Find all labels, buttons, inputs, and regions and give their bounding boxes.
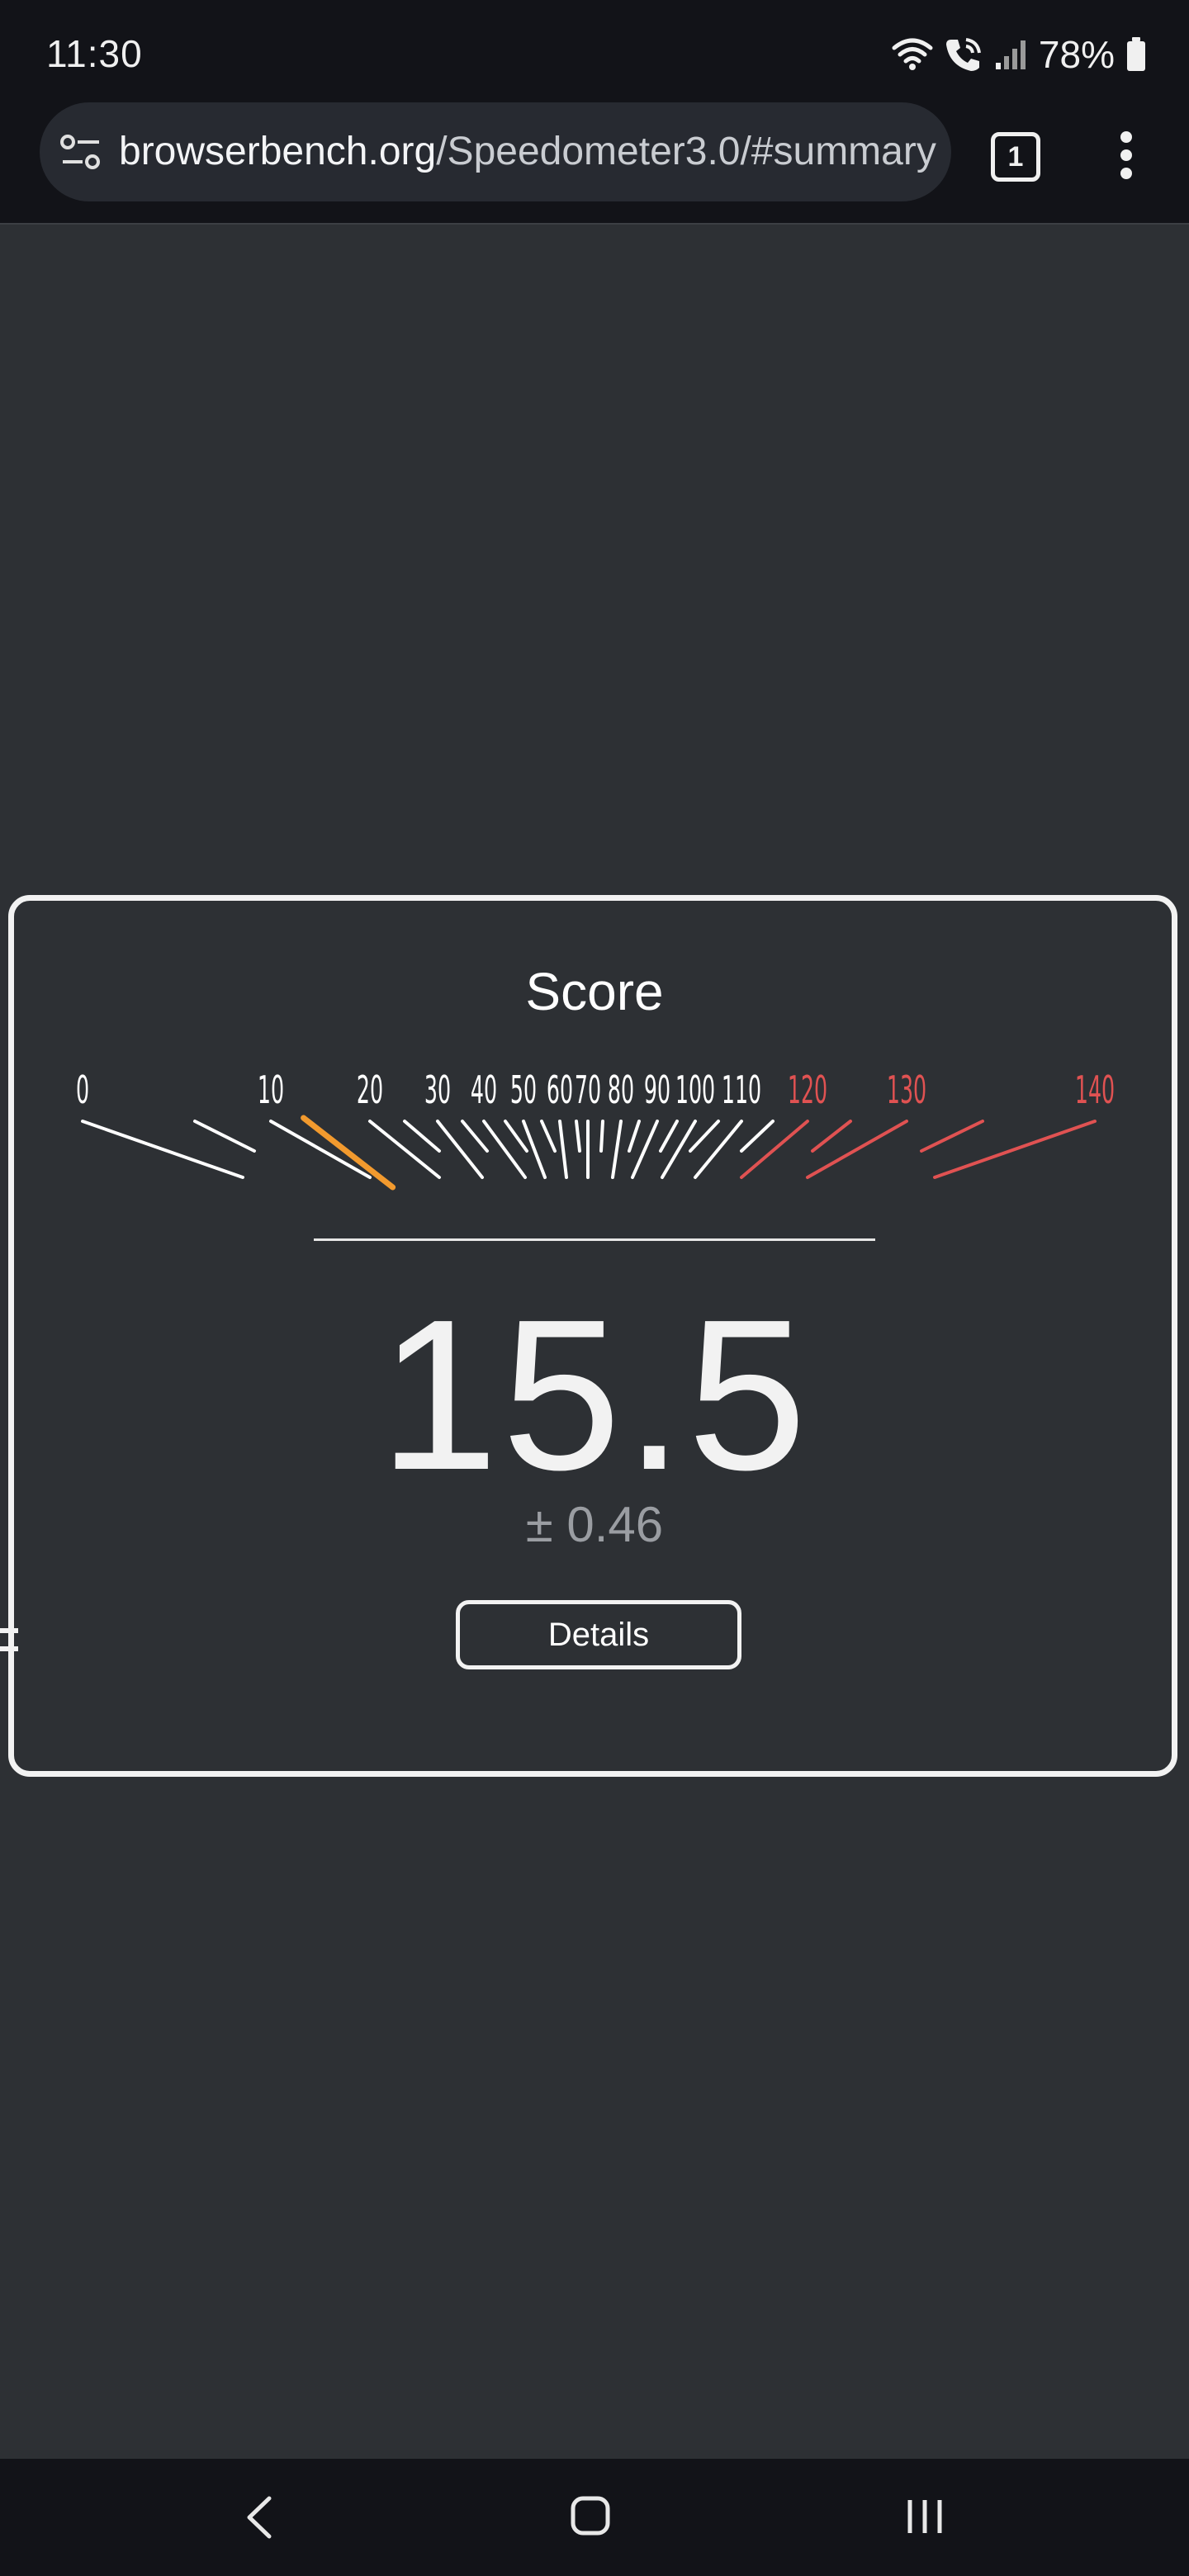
tab-switcher-button[interactable]: 1 (991, 132, 1040, 182)
gauge-tick-label: 90 (644, 1068, 670, 1112)
gauge-tick-mark (611, 1120, 623, 1179)
status-icons: 78% (892, 30, 1146, 79)
speedometer-gauge: 0 10 20 30 40 50 60 70 80 90 100 110 120 130 140 (76, 1068, 1115, 1191)
gauge-redline-mark (806, 1120, 908, 1179)
gauge-tick-label: 140 (1075, 1068, 1115, 1112)
gauge-redline-mark (811, 1120, 852, 1153)
wifi-calling-icon (945, 38, 981, 71)
address-bar[interactable]: browserbench.org/Speedometer3.0/#summary (40, 102, 951, 201)
gauge-tick-label: 0 (76, 1068, 89, 1112)
wifi-icon (892, 38, 933, 70)
gauge-tick-label: 120 (788, 1068, 827, 1112)
recents-icon[interactable] (905, 2497, 945, 2536)
navigation-bar (0, 2459, 1189, 2576)
browser-toolbar: browserbench.org/Speedometer3.0/#summary… (0, 99, 1189, 225)
gauge-tick-label: 60 (547, 1068, 573, 1112)
score-title: Score (525, 962, 664, 1021)
gauge-tick-mark (558, 1120, 568, 1179)
gauge-redline-mark (933, 1120, 1097, 1179)
gauge-tick-label: 40 (471, 1068, 497, 1112)
gauge-tick-mark (461, 1120, 489, 1153)
site-info-icon[interactable] (59, 134, 102, 170)
home-icon[interactable] (570, 2495, 611, 2536)
gauge-tick-mark (368, 1120, 441, 1179)
details-button[interactable]: Details (456, 1600, 741, 1669)
gauge-tick-mark (81, 1120, 244, 1179)
gauge-redline-mark (920, 1120, 984, 1153)
gauge-tick-mark (482, 1120, 527, 1179)
back-icon[interactable] (244, 2495, 274, 2540)
url-text[interactable]: browserbench.org/Speedometer3.0/#summary (119, 129, 945, 174)
gauge-tick-mark (659, 1120, 679, 1153)
status-time: 11:30 (46, 32, 143, 75)
gauge-tick-label: 50 (510, 1068, 537, 1112)
gauge-tick-label: 110 (722, 1068, 761, 1112)
gauge-tick-label: 70 (575, 1068, 601, 1112)
battery-percentage: 78% (1038, 33, 1115, 76)
gauge-tick-label: 80 (608, 1068, 634, 1112)
battery-icon (1127, 37, 1145, 71)
gauge-tick-label: 20 (357, 1068, 383, 1112)
menu-dots-icon[interactable] (1118, 129, 1135, 182)
gauge-tick-mark (628, 1120, 641, 1153)
gauge-tick-label: 130 (887, 1068, 926, 1112)
card-edge-mark (0, 1628, 18, 1651)
gauge-tick-mark (436, 1120, 484, 1179)
url-host: browserbench.org (119, 130, 437, 173)
gauge-tick-mark (540, 1120, 557, 1153)
url-path: /Speedometer3.0/#summary (436, 130, 936, 173)
status-bar: 11:30 78% (0, 0, 1189, 99)
gauge-tick-mark (599, 1120, 604, 1153)
gauge-divider (314, 1238, 875, 1241)
gauge-redline-mark (740, 1120, 809, 1179)
gauge-tick-mark (740, 1120, 775, 1153)
gauge-tick-mark (403, 1120, 441, 1153)
score-error: ± 0.46 (525, 1497, 664, 1552)
gauge-tick-label: 10 (258, 1068, 284, 1112)
score-value: 15.5 (378, 1276, 811, 1515)
gauge-tick-mark (575, 1120, 581, 1153)
gauge-tick-label: 30 (424, 1068, 451, 1112)
gauge-tick-mark (193, 1120, 256, 1153)
gauge-tick-mark (694, 1120, 743, 1179)
gauge-tick-label: 100 (675, 1068, 715, 1112)
signal-icon (995, 40, 1026, 69)
